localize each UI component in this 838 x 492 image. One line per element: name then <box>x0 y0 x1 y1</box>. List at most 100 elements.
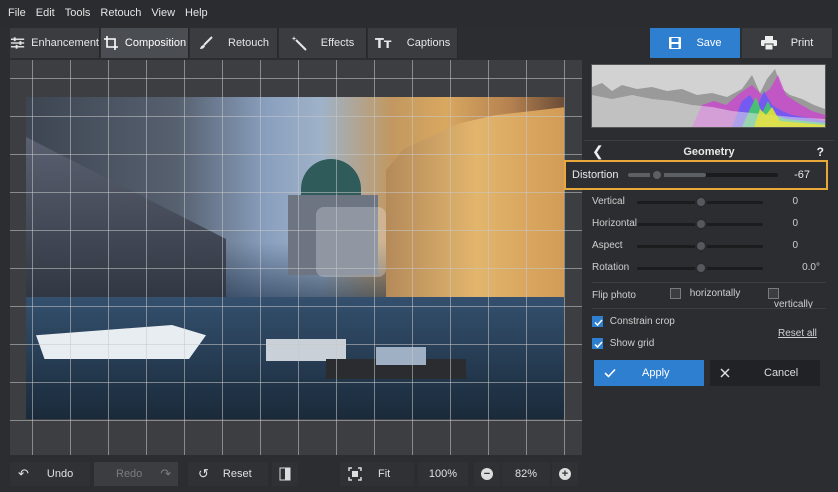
show-grid-label: Show grid <box>609 338 655 350</box>
horizontal-row[interactable]: Horizontal 0 <box>592 216 826 232</box>
compare-button[interactable] <box>272 462 298 486</box>
grid-line <box>70 60 71 455</box>
help-icon[interactable]: ? <box>817 145 824 159</box>
cancel-button[interactable]: Cancel <box>710 360 820 386</box>
menu-help[interactable]: Help <box>185 7 208 19</box>
distortion-slider[interactable] <box>628 168 778 182</box>
geometry-title: Geometry <box>683 145 735 158</box>
aspect-value: 0 <box>792 240 798 251</box>
undo-label: Undo <box>46 468 74 480</box>
flip-horizontally-label: horizontally <box>689 288 741 300</box>
grid-line <box>10 154 582 155</box>
tab-retouch[interactable]: Retouch <box>190 28 278 58</box>
checkbox[interactable] <box>768 288 779 299</box>
horizontal-value: 0 <box>792 218 798 229</box>
photo-preview <box>26 97 564 419</box>
grid-line <box>222 60 223 455</box>
show-grid-checkbox[interactable] <box>592 338 603 349</box>
reset-icon: ↺ <box>198 466 209 481</box>
grid-line <box>564 60 565 455</box>
close-icon <box>720 368 730 378</box>
menu-edit[interactable]: Edit <box>36 7 55 19</box>
tab-label: Captions <box>406 37 451 49</box>
reset-label: Reset <box>222 468 252 480</box>
vertical-value: 0 <box>792 196 798 207</box>
grid-line <box>260 60 261 455</box>
zoom-level: 82% <box>502 462 550 486</box>
distortion-label: Distortion <box>572 169 619 181</box>
constrain-crop-checkbox[interactable] <box>592 316 603 327</box>
sliders-icon <box>10 37 25 49</box>
zoom-level-label: 82% <box>514 468 538 480</box>
zoom-100-label: 100% <box>428 468 458 480</box>
apply-button[interactable]: Apply <box>594 360 704 386</box>
magic-wand-icon <box>291 36 307 51</box>
tab-label: Enhancement <box>31 37 99 49</box>
print-button[interactable]: Print <box>742 28 832 58</box>
divider <box>592 308 826 309</box>
grid-line <box>336 60 337 455</box>
grid-line <box>10 230 582 231</box>
horizontal-label: Horizontal <box>592 218 638 229</box>
zoom-100-button[interactable]: 100% <box>418 462 468 486</box>
grid-line <box>10 382 582 383</box>
distortion-slider-knob[interactable] <box>650 168 664 182</box>
rotation-row[interactable]: Rotation 0.0° <box>592 260 826 276</box>
grid-line <box>526 60 527 455</box>
distortion-value: -67 <box>794 169 810 181</box>
tab-enhancement[interactable]: Enhancement <box>10 28 100 58</box>
menu-retouch[interactable]: Retouch <box>100 7 141 19</box>
printer-icon <box>760 36 777 50</box>
flip-row: Flip photo horizontally vertically <box>592 288 826 310</box>
grid-line <box>146 60 147 455</box>
grid-line <box>412 60 413 455</box>
menu-file[interactable]: File <box>8 7 26 19</box>
grid-line <box>184 60 185 455</box>
aspect-row[interactable]: Aspect 0 <box>592 238 826 254</box>
rotation-value: 0.0° <box>802 262 820 273</box>
save-icon <box>669 37 682 49</box>
save-button[interactable]: Save <box>650 28 740 58</box>
grid-line <box>450 60 451 455</box>
vertical-row[interactable]: Vertical 0 <box>592 194 826 210</box>
fit-icon <box>348 467 362 481</box>
zoom-out-button[interactable]: − <box>474 462 500 486</box>
horizontal-slider-knob[interactable] <box>695 218 707 230</box>
grid-line <box>108 60 109 455</box>
histogram <box>591 64 826 128</box>
tab-composition[interactable]: Composition <box>101 28 189 58</box>
brush-icon <box>200 36 213 49</box>
grid-line <box>10 420 582 421</box>
aspect-slider-knob[interactable] <box>695 240 707 252</box>
menu-tools[interactable]: Tools <box>65 7 91 19</box>
fit-button[interactable]: Fit <box>340 462 414 486</box>
vertical-slider-knob[interactable] <box>695 196 707 208</box>
checkbox[interactable] <box>670 288 681 299</box>
reset-button[interactable]: ↺ Reset <box>188 462 268 486</box>
undo-button[interactable]: ↶ Undo <box>10 462 90 486</box>
grid-line <box>488 60 489 455</box>
geometry-header: ❮ Geometry ? <box>584 140 834 162</box>
image-canvas[interactable] <box>10 60 582 455</box>
tab-effects[interactable]: Effects <box>279 28 367 58</box>
redo-icon: ↷ <box>160 466 172 481</box>
cancel-label: Cancel <box>764 367 799 379</box>
redo-button[interactable]: Redo ↷ <box>94 462 178 486</box>
constrain-crop-label: Constrain crop <box>609 316 675 328</box>
rotation-label: Rotation <box>592 262 630 273</box>
show-grid-row[interactable]: Show grid <box>592 338 826 354</box>
flip-vertically-checkbox[interactable]: vertically <box>768 288 826 310</box>
distortion-row[interactable]: Distortion -67 <box>564 160 828 190</box>
rotation-slider-knob[interactable] <box>695 262 707 274</box>
tab-captions[interactable]: Tт Captions <box>368 28 458 58</box>
zoom-out-icon: − <box>481 468 493 480</box>
save-label: Save <box>696 37 722 49</box>
menu-view[interactable]: View <box>151 7 175 19</box>
aspect-label: Aspect <box>592 240 623 251</box>
compare-icon <box>279 467 291 481</box>
grid-line <box>10 306 582 307</box>
zoom-in-button[interactable]: + <box>552 462 578 486</box>
tab-label: Retouch <box>228 37 269 49</box>
check-icon <box>604 368 616 378</box>
flip-horizontally-checkbox[interactable]: horizontally <box>670 288 740 299</box>
